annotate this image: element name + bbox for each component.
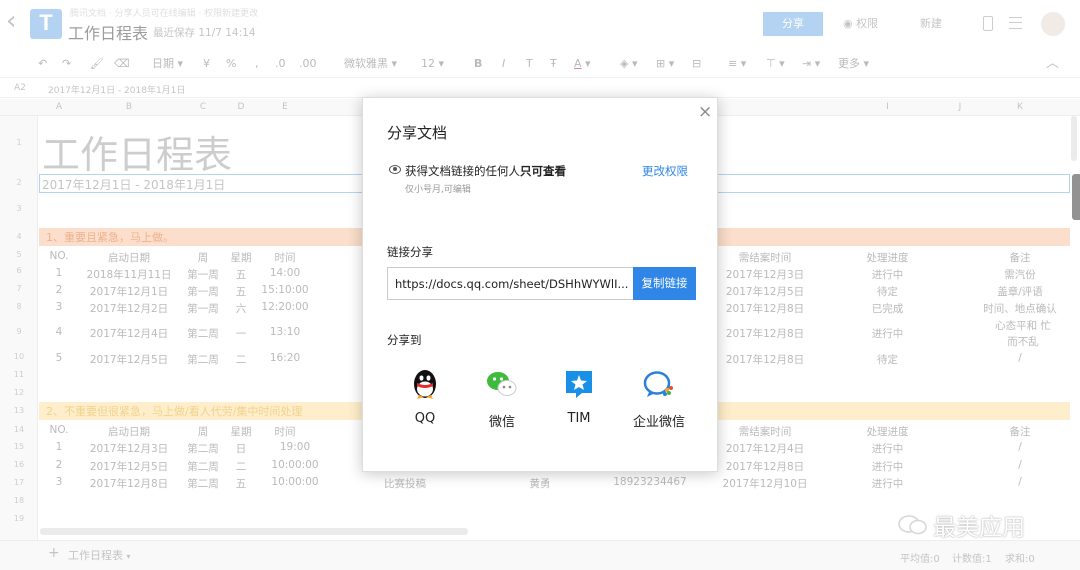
close-icon[interactable]: ×	[698, 102, 712, 122]
share-wechat-label: 微信	[488, 415, 515, 430]
share-wechat[interactable]: 微信	[466, 368, 538, 430]
share-wework-label: 企业微信	[632, 415, 685, 430]
share-wework[interactable]: 企业微信	[621, 368, 697, 430]
link-share-label: 链接分享	[387, 245, 433, 259]
permission-subtext: 仅小号月,可编辑	[405, 185, 471, 195]
qq-icon	[414, 370, 436, 399]
tim-icon	[566, 371, 592, 398]
wework-icon	[643, 371, 673, 397]
change-permission-link[interactable]: 更改权限	[642, 163, 688, 179]
eye-icon	[389, 165, 401, 174]
share-qq[interactable]: QQ	[389, 368, 461, 426]
link-text: https://docs.qq.com/sheet/DSHhWYWlI...	[395, 277, 629, 291]
share-qq-label: QQ	[414, 411, 436, 426]
share-to-label: 分享到	[387, 333, 422, 347]
wechat-icon	[487, 372, 517, 396]
copy-link-button[interactable]: 复制链接	[633, 267, 696, 300]
share-dialog: 分享文档 × 获得文档链接的任何人只可查看 仅小号月,可编辑 更改权限 链接分享…	[362, 97, 718, 472]
dialog-title: 分享文档	[387, 124, 448, 142]
permission-prefix: 获得文档链接的任何人	[405, 164, 520, 178]
share-tim[interactable]: TIM	[543, 368, 615, 426]
permission-text: 获得文档链接的任何人只可查看	[405, 163, 566, 179]
permission-level: 只可查看	[520, 164, 566, 178]
share-tim-label: TIM	[567, 411, 591, 426]
link-input[interactable]: https://docs.qq.com/sheet/DSHhWYWlI...	[387, 267, 634, 300]
